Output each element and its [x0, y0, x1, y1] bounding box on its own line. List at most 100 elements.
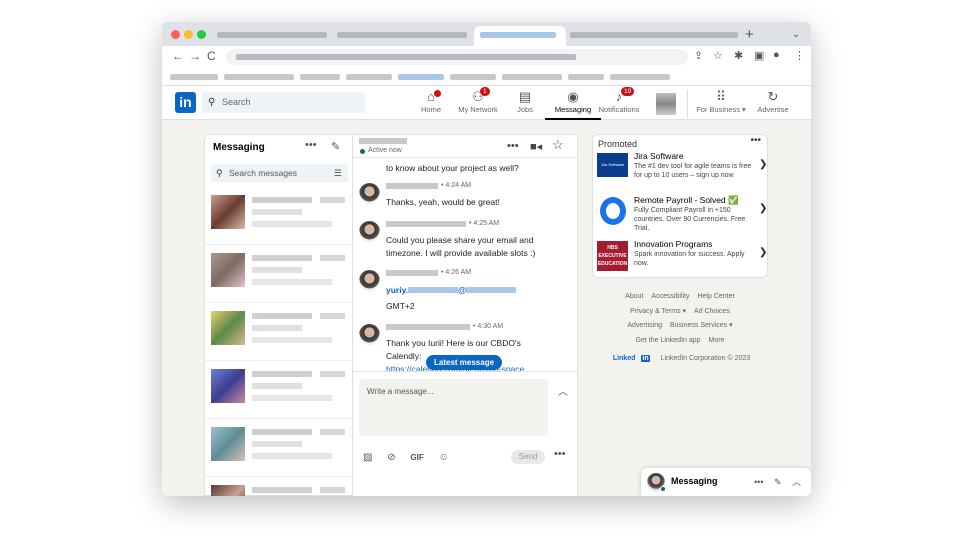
compose-icon[interactable]: ✎ — [774, 477, 782, 487]
avatar[interactable] — [359, 183, 380, 204]
emoji-icon[interactable]: ☺ — [439, 452, 449, 463]
expand-chevron-icon[interactable]: ︿ — [558, 383, 568, 398]
me-avatar[interactable] — [656, 93, 676, 115]
zoom-window-button[interactable] — [197, 30, 206, 39]
bookmark-item[interactable] — [300, 74, 340, 80]
conversation-item[interactable] — [205, 477, 352, 496]
sender-name-blurred[interactable] — [386, 221, 466, 227]
profile-icon[interactable]: ● — [773, 49, 780, 61]
footer-link[interactable]: Ad Choices — [694, 308, 730, 315]
browser-tab-active-title — [480, 32, 556, 38]
hbs-logo: HBS EXECUTIVE EDUCATION — [597, 241, 628, 271]
new-tab-button[interactable]: + — [745, 26, 754, 43]
email-domain-blurred — [466, 287, 517, 293]
bookmark-item[interactable] — [170, 74, 218, 80]
filter-icon[interactable]: ☰ — [334, 164, 342, 182]
conversation-item[interactable] — [205, 245, 352, 303]
avatar[interactable] — [359, 221, 380, 242]
avatar[interactable] — [359, 324, 380, 345]
search-messages-input[interactable]: ⚲ Search messages ☰ — [211, 164, 348, 182]
more-options-icon[interactable]: ••• — [754, 477, 763, 487]
minimize-window-button[interactable] — [184, 30, 193, 39]
footer-link[interactable]: More — [709, 337, 725, 344]
promoted-title: Promoted — [598, 139, 638, 149]
sender-name-blurred[interactable] — [386, 183, 438, 189]
search-icon: ⚲ — [208, 97, 216, 108]
gif-button[interactable]: GIF — [410, 453, 423, 462]
menu-kebab-icon[interactable]: ⋮ — [794, 49, 805, 62]
footer-link[interactable]: Get the LinkedIn app — [636, 337, 701, 344]
message-composer-input[interactable]: Write a message... — [359, 379, 548, 436]
conversation-item[interactable] — [205, 187, 352, 245]
conversation-preview-blurred — [252, 221, 332, 227]
bookmark-item[interactable] — [502, 74, 562, 80]
bookmark-item[interactable] — [450, 74, 496, 80]
email-link[interactable]: yuriy. @ — [386, 284, 571, 297]
composer-more-icon[interactable]: ••• — [554, 448, 566, 460]
chevron-up-icon[interactable]: ︿ — [792, 477, 801, 487]
browser-tab[interactable] — [217, 32, 327, 38]
more-options-icon[interactable]: ••• — [305, 139, 317, 151]
footer-link[interactable]: About — [625, 293, 643, 300]
nav-for-business[interactable]: ⠿ For Business ▾ — [690, 89, 752, 114]
ad-description: The #1 dev tool for agile teams is free … — [634, 163, 752, 179]
share-icon[interactable]: ⇪ — [694, 49, 703, 62]
send-button[interactable]: Send — [511, 450, 545, 464]
conversation-item[interactable] — [205, 361, 352, 419]
messaging-dock[interactable]: Messaging ••• ✎ ︿ — [641, 468, 811, 496]
global-search-input[interactable]: ⚲ Search — [202, 92, 365, 113]
sender-name-blurred[interactable] — [386, 270, 438, 276]
bookmark-item[interactable] — [398, 74, 444, 80]
more-options-icon[interactable]: ••• — [507, 140, 519, 152]
latest-message-button[interactable]: Latest message — [426, 355, 503, 370]
footer-link[interactable]: Business Services ▾ — [670, 322, 733, 329]
linkedin-global-nav: in ⚲ Search ⌂ Home ⚇ 1 My Network ▤ Jobs … — [162, 86, 811, 120]
tab-search-chevron-icon[interactable]: ⌄ — [792, 29, 800, 40]
star-icon[interactable]: ☆ — [552, 137, 564, 153]
avatar — [211, 369, 245, 403]
conversation-contact-name-blurred[interactable] — [359, 138, 407, 144]
close-window-button[interactable] — [171, 30, 180, 39]
ad-item[interactable]: Remote Payroll - Solved ✅ Fully Complian… — [597, 195, 767, 235]
attachment-icon[interactable]: ⊘ — [387, 452, 395, 463]
nav-notifications[interactable]: ♪ 19 Notifications — [591, 87, 647, 114]
nav-divider — [687, 90, 688, 118]
conversation-item[interactable] — [205, 303, 352, 361]
advertise-icon: ↻ — [767, 89, 779, 104]
footer-link[interactable]: Privacy & Terms ▾ — [630, 308, 686, 315]
footer-link[interactable]: Advertising — [627, 322, 662, 329]
conversation-name-blurred — [252, 313, 312, 319]
bookmark-item[interactable] — [224, 74, 294, 80]
address-bar[interactable] — [226, 49, 688, 65]
compose-icon[interactable]: ✎ — [331, 140, 340, 153]
bookmark-star-icon[interactable]: ☆ — [713, 49, 723, 62]
browser-tab[interactable] — [337, 32, 467, 38]
more-options-icon[interactable]: ••• — [750, 135, 761, 146]
ad-item[interactable]: Jira Software Jira Software The #1 dev t… — [597, 151, 767, 191]
online-status-dot — [660, 486, 666, 492]
forward-arrow-icon[interactable]: → — [189, 49, 201, 63]
bookmark-item[interactable] — [568, 74, 604, 80]
extensions-icon[interactable]: ✱ — [734, 49, 743, 62]
email-at: @ — [458, 285, 467, 295]
nav-advertise[interactable]: ↻ Advertise — [753, 89, 793, 114]
conversation-item[interactable] — [205, 419, 352, 477]
reload-icon[interactable]: C — [207, 49, 216, 63]
video-call-icon[interactable]: ■◂ — [530, 140, 542, 153]
sidebar-icon[interactable]: ▣ — [754, 49, 764, 62]
ad-item[interactable]: HBS EXECUTIVE EDUCATION Innovation Progr… — [597, 239, 767, 279]
bookmark-item[interactable] — [346, 74, 392, 80]
grid-icon: ⠿ — [716, 89, 726, 104]
message-timestamp: • 4:25 AM — [469, 220, 500, 227]
linkedin-logo[interactable]: in — [175, 92, 196, 113]
avatar[interactable] — [359, 270, 380, 291]
nav-jobs-label: Jobs — [517, 105, 533, 114]
bookmark-item[interactable] — [610, 74, 670, 80]
browser-tab[interactable] — [570, 32, 738, 38]
image-icon[interactable]: ▨ — [363, 452, 372, 463]
ad-description: Fully Compliant Payroll in +150 countrie… — [634, 207, 746, 232]
sender-name-blurred[interactable] — [386, 324, 470, 330]
back-arrow-icon[interactable]: ← — [172, 49, 184, 63]
footer-link[interactable]: Help Center — [697, 293, 734, 300]
footer-link[interactable]: Accessibility — [651, 293, 689, 300]
